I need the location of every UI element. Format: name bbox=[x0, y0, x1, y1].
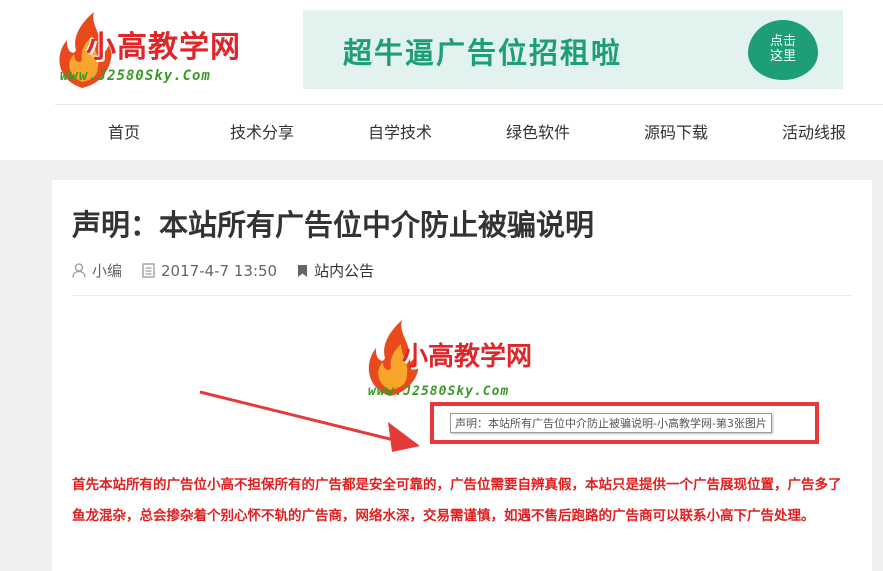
date-meta: 2017-4-7 13:50 bbox=[142, 262, 277, 280]
site-header: 小高教学网 www.J2580Sky.Com 超牛逼广告位招租啦 点击 这里 首… bbox=[0, 0, 883, 160]
nav-item-source-download[interactable]: 源码下载 bbox=[607, 106, 745, 160]
nav-divider bbox=[55, 104, 883, 105]
post-date: 2017-4-7 13:50 bbox=[161, 261, 278, 280]
highlight-box bbox=[430, 402, 819, 444]
author-meta[interactable]: 小编 bbox=[72, 260, 122, 281]
nav-item-home[interactable]: 首页 bbox=[55, 106, 193, 160]
meta-divider bbox=[72, 295, 852, 296]
article-title: 声明：本站所有广告位中介防止被骗说明 bbox=[72, 208, 595, 242]
logo-text: 小高教学网 bbox=[86, 30, 241, 65]
bubble-line-1: 点击 bbox=[769, 34, 796, 49]
nav-item-self-study[interactable]: 自学技术 bbox=[331, 106, 469, 160]
category-meta[interactable]: 站内公告 bbox=[297, 260, 374, 281]
user-icon bbox=[72, 263, 86, 278]
nav-item-activities[interactable]: 活动线报 bbox=[745, 106, 883, 160]
main-nav: 首页 技术分享 自学技术 绿色软件 源码下载 活动线报 bbox=[55, 106, 883, 160]
site-logo[interactable]: 小高教学网 www.J2580Sky.Com bbox=[52, 8, 252, 94]
author-name: 小编 bbox=[92, 262, 123, 280]
article-card: 声明：本站所有广告位中介防止被骗说明 小编 2017-4-7 13:50 站内公… bbox=[52, 180, 872, 571]
image-logo-text: 小高教学网 bbox=[402, 342, 533, 372]
article-meta: 小编 2017-4-7 13:50 站内公告 bbox=[72, 260, 394, 281]
logo-url-text: www.J2580Sky.Com bbox=[60, 68, 211, 84]
banner-click-bubble[interactable]: 点击 这里 bbox=[748, 20, 818, 80]
article-body: 首先本站所有的广告位小高不担保所有的广告都是安全可靠的，广告位需要自辨真假，本站… bbox=[72, 477, 842, 524]
red-arrow-icon bbox=[199, 390, 420, 452]
category-link: 站内公告 bbox=[314, 262, 375, 280]
nav-item-green-software[interactable]: 绿色软件 bbox=[469, 106, 607, 160]
banner-text: 超牛逼广告位招租啦 bbox=[343, 36, 623, 70]
ad-banner[interactable]: 超牛逼广告位招租啦 点击 这里 bbox=[303, 10, 843, 89]
bubble-line-2: 这里 bbox=[769, 49, 796, 64]
bookmark-icon bbox=[298, 264, 308, 277]
nav-item-tech-share[interactable]: 技术分享 bbox=[193, 106, 331, 160]
document-icon bbox=[142, 263, 155, 278]
